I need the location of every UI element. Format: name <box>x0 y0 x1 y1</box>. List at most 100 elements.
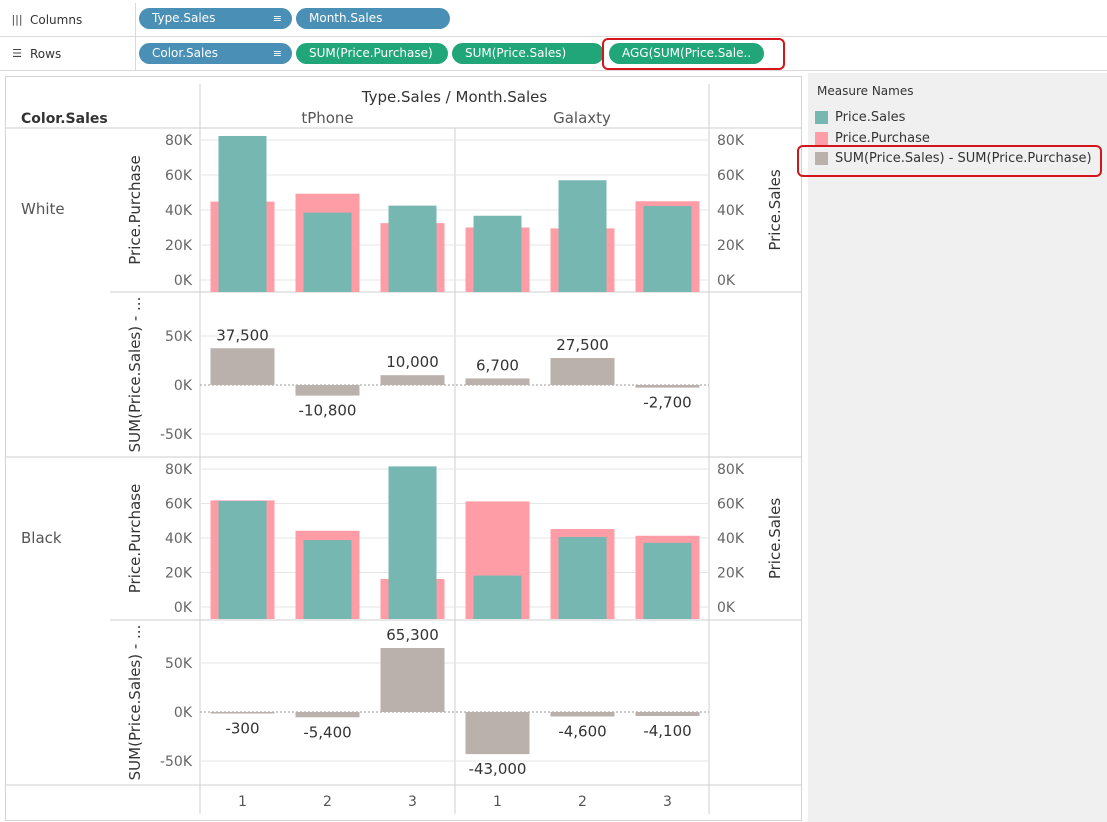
pill-sum-price-purchase[interactable]: SUM(Price.Purchase) <box>296 43 448 64</box>
row-header-title: Color.Sales <box>21 111 108 127</box>
difference-data-label: 6,700 <box>476 356 519 374</box>
legend-item-price-sales[interactable]: Price.Sales <box>815 107 905 127</box>
type-header: tPhone <box>301 109 353 127</box>
bar-sales <box>558 180 607 292</box>
y-axis-title-right: Price.Sales <box>766 169 784 250</box>
rows-shelf-label: ☰ Rows <box>0 37 136 70</box>
difference-data-label: 37,500 <box>216 326 269 344</box>
columns-shelf: ||| Columns Type.Sales ≡ Month.Sales <box>0 3 1107 37</box>
legend-title: Measure Names <box>817 84 914 98</box>
diff-tick-label: 0K <box>174 378 193 394</box>
bar-difference <box>465 378 530 385</box>
bar-difference <box>210 712 275 714</box>
y-tick-label: 0K <box>174 273 193 289</box>
row-label: White <box>21 200 65 218</box>
highlight-box-agg-pill <box>602 38 785 70</box>
pill-month-sales[interactable]: Month.Sales <box>296 8 450 29</box>
y-axis-title-diff: SUM(Price.Sales) - ... <box>126 297 144 453</box>
y-tick-label: 80K <box>165 462 193 478</box>
month-tick-label: 2 <box>323 794 332 810</box>
bar-difference <box>295 385 360 396</box>
difference-data-label: -10,800 <box>299 402 357 420</box>
difference-data-label: -2,700 <box>643 394 691 412</box>
y-tick-label: 20K <box>165 238 193 254</box>
y-tick-label-right: 0K <box>717 273 736 289</box>
diff-tick-label: -50K <box>160 754 193 770</box>
bar-sales <box>388 466 437 619</box>
y-axis-title-diff: SUM(Price.Sales) - ... <box>126 625 144 781</box>
bar-difference <box>380 375 445 385</box>
month-tick-label: 2 <box>578 794 587 810</box>
y-tick-label-right: 0K <box>717 600 736 616</box>
bar-sales <box>303 540 352 619</box>
pill-type-sales[interactable]: Type.Sales ≡ <box>139 8 292 29</box>
pill-label: SUM(Price.Purchase) <box>309 46 433 60</box>
bar-difference <box>295 712 360 718</box>
y-tick-label-right: 80K <box>717 462 745 478</box>
rows-shelf: ☰ Rows Color.Sales ≡ SUM(Price.Purchase)… <box>0 37 1107 71</box>
bar-difference <box>635 712 700 717</box>
rows-label-text: Rows <box>30 46 62 61</box>
month-tick-label: 3 <box>663 794 672 810</box>
pill-color-sales[interactable]: Color.Sales ≡ <box>139 43 292 64</box>
difference-data-label: -4,600 <box>558 723 606 741</box>
legend-swatch <box>815 110 828 124</box>
chart-canvas: Type.Sales / Month.Sales Color.Sales tPhon… <box>5 76 802 821</box>
y-tick-label: 60K <box>165 497 193 513</box>
pill-label: Color.Sales <box>152 46 218 60</box>
difference-data-label: -43,000 <box>469 760 527 778</box>
bar-difference <box>210 348 275 385</box>
pill-label: Type.Sales <box>152 11 216 25</box>
bar-sales <box>473 575 522 619</box>
y-tick-label-right: 40K <box>717 531 745 547</box>
y-tick-label-right: 20K <box>717 238 745 254</box>
difference-data-label: -4,100 <box>643 722 691 740</box>
diff-tick-label: 50K <box>165 656 193 672</box>
bar-difference <box>635 385 700 388</box>
bar-sales <box>558 536 607 619</box>
y-axis-title-left: Price.Purchase <box>126 484 144 593</box>
y-tick-label-right: 40K <box>717 203 745 219</box>
pill-label: SUM(Price.Sales) <box>465 46 567 60</box>
highlight-box-legend <box>797 145 1102 177</box>
columns-shelf-label: ||| Columns <box>0 3 136 36</box>
bar-sales <box>388 205 437 292</box>
pill-label: Month.Sales <box>309 11 383 25</box>
month-tick-label: 1 <box>238 794 247 810</box>
bar-sales <box>218 135 267 292</box>
difference-data-label: -5,400 <box>303 723 351 741</box>
legend-item-label: Price.Sales <box>835 109 906 125</box>
y-tick-label: 40K <box>165 531 193 547</box>
y-tick-label: 80K <box>165 133 193 149</box>
legend-swatch <box>815 131 828 145</box>
diff-tick-label: -50K <box>160 427 193 443</box>
y-tick-label-right: 80K <box>717 133 745 149</box>
type-header: Galaxty <box>553 109 611 127</box>
y-axis-title-right: Price.Sales <box>766 498 784 579</box>
legend-item-label: Price.Purchase <box>835 130 930 146</box>
y-tick-label-right: 60K <box>717 497 745 513</box>
difference-data-label: 10,000 <box>386 353 439 371</box>
sort-icon: ≡ <box>272 47 282 60</box>
bar-sales <box>643 542 692 619</box>
y-tick-label: 0K <box>174 600 193 616</box>
pill-sum-price-sales[interactable]: SUM(Price.Sales) <box>452 43 604 64</box>
y-tick-label-right: 20K <box>717 566 745 582</box>
bar-difference <box>550 358 615 385</box>
row-label: Black <box>21 529 62 547</box>
sort-icon: ≡ <box>272 12 282 25</box>
bar-sales <box>218 500 267 619</box>
bar-sales <box>473 215 522 292</box>
bar-difference <box>465 712 530 755</box>
columns-label-text: Columns <box>30 12 83 27</box>
y-tick-label-right: 60K <box>717 168 745 184</box>
bar-sales <box>303 212 352 292</box>
month-tick-label: 1 <box>493 794 502 810</box>
month-tick-label: 3 <box>408 794 417 810</box>
bar-sales <box>643 205 692 292</box>
rows-icon: ☰ <box>12 47 22 60</box>
y-axis-title-left: Price.Purchase <box>126 155 144 264</box>
diff-tick-label: 0K <box>174 705 193 721</box>
legend-panel: Measure Names Price.Sales Price.Purchase… <box>797 73 1107 822</box>
diff-tick-label: 50K <box>165 329 193 345</box>
